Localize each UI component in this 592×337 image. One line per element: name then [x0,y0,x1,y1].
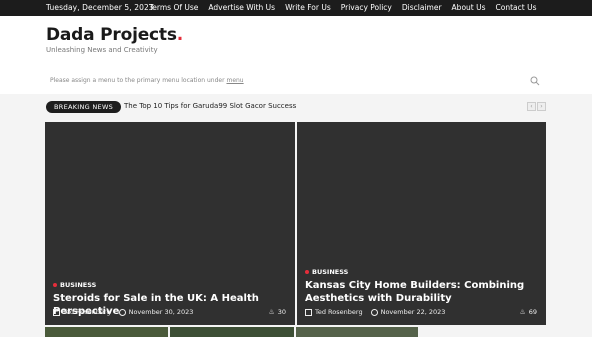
thumbnail-image[interactable] [45,327,168,337]
category-badge[interactable]: BUSINESS [305,268,348,276]
top-bar: Tuesday, December 5, 2023 Terms Of Use A… [0,0,592,16]
top-link-disclaimer[interactable]: Disclaimer [402,3,442,12]
chevron-left-icon[interactable]: ‹ [527,102,536,111]
view-count: ♨ 30 [268,308,286,316]
site-tagline: Unleashing News and Creativity [46,46,158,54]
post-author[interactable]: Ted Rosenberg [315,308,363,316]
chevron-right-icon[interactable]: › [537,102,546,111]
search-icon[interactable] [530,76,540,86]
thumbnail-image[interactable] [170,327,294,337]
menu-notice: Please assign a menu to the primary menu… [50,77,244,84]
view-count-value: 69 [528,308,537,316]
category-label: BUSINESS [312,268,349,276]
author-icon [305,308,312,316]
top-link-privacy[interactable]: Privacy Policy [341,3,392,12]
post-date: November 30, 2023 [128,308,194,316]
current-date: Tuesday, December 5, 2023 [46,3,154,12]
top-link-contact[interactable]: Contact Us [496,3,537,12]
featured-post-2[interactable]: BUSINESS Kansas City Home Builders: Comb… [297,122,546,325]
breaking-headline[interactable]: The Top 10 Tips for Garuda99 Slot Gacor … [124,102,296,110]
menu-notice-text: Please assign a menu to the primary menu… [50,77,225,84]
breaking-news-label: BREAKING NEWS [46,101,122,113]
top-link-about[interactable]: About Us [452,3,486,12]
category-dot [305,270,309,274]
top-link-advertise[interactable]: Advertise With Us [208,3,275,12]
fire-icon: ♨ [268,308,275,316]
fire-icon: ♨ [519,308,526,316]
post-date: November 22, 2023 [380,308,446,316]
category-label: BUSINESS [60,281,97,289]
post-title[interactable]: Kansas City Home Builders: Combining Aes… [305,279,543,305]
view-count: ♨ 69 [519,308,537,316]
post-meta: Ted Rosenberg November 22, 2023 [305,308,445,316]
top-nav: Terms Of Use Advertise With Us Write For… [149,3,546,12]
site-logo[interactable]: Dada Projects. [46,25,183,45]
clock-icon [118,308,126,316]
post-author[interactable]: Ted Rosenberg [63,308,111,316]
category-badge[interactable]: BUSINESS [53,281,96,289]
category-dot [53,283,57,287]
top-link-write[interactable]: Write For Us [285,3,331,12]
author-icon [53,308,60,316]
top-link-terms[interactable]: Terms Of Use [149,3,198,12]
view-count-value: 30 [277,308,286,316]
logo-text: Dada Projects [46,25,177,45]
thumbnail-image[interactable] [296,327,418,337]
logo-dot: . [176,25,184,45]
post-meta: Ted Rosenberg November 30, 2023 [53,308,193,316]
ticker-controls: ‹ › [526,102,546,111]
site-header: Dada Projects. Unleashing News and Creat… [0,16,592,94]
featured-post-1[interactable]: BUSINESS Steroids for Sale in the UK: A … [45,122,295,325]
menu-link[interactable]: menu [226,77,243,84]
post-thumbnails-row [45,327,420,337]
clock-icon [370,308,378,316]
